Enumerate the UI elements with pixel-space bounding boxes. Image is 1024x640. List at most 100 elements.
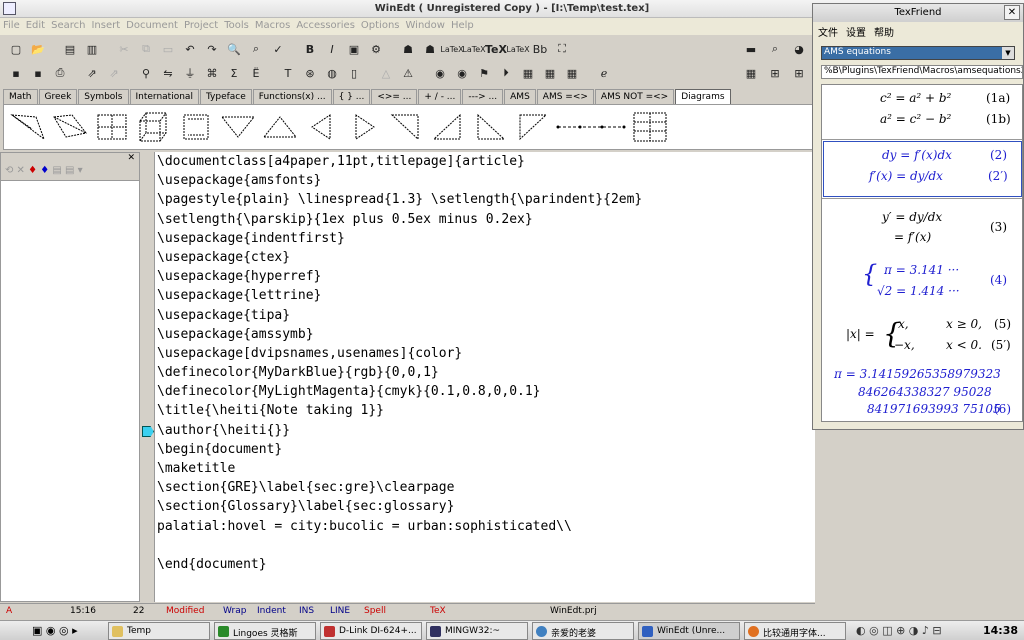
latex-pdf-icon[interactable]: LaTeX (506, 40, 529, 58)
tab-operators[interactable]: + / - ... (418, 89, 462, 104)
menu-options[interactable]: Options (358, 18, 403, 33)
paste-icon[interactable]: ▭ (158, 40, 178, 58)
print-icon[interactable]: ⎙ (50, 64, 70, 82)
tab-ams-relations[interactable]: AMS =<> (536, 89, 594, 104)
undo-icon[interactable]: ↶ (180, 40, 200, 58)
editor-area[interactable]: \documentclass[a4paper,11pt,titlepage]{a… (155, 152, 815, 602)
close-panel-icon[interactable]: ✕ (1, 153, 139, 165)
macro-category-select[interactable]: AMS equations ▼ (821, 46, 1015, 60)
italic-icon[interactable]: I (322, 40, 342, 58)
tex-icon[interactable]: TeX (485, 40, 507, 58)
taskbar-item-active[interactable]: WinEdt (Unre... (638, 622, 740, 640)
document-edit-icon[interactable]: ▥ (82, 40, 102, 58)
typeface-icon[interactable]: T (278, 64, 298, 82)
status-line[interactable]: LINE (330, 606, 350, 616)
ps-pdf-icon[interactable]: ▦ (562, 64, 582, 82)
find-icon[interactable]: 🔍 (224, 40, 244, 58)
diagram-left-triangle-icon[interactable] (304, 111, 340, 143)
tab-greek[interactable]: Greek (38, 89, 78, 104)
tab-braces[interactable]: { } ... (332, 89, 371, 104)
status-modified[interactable]: Modified (166, 606, 204, 616)
replace-icon[interactable]: ⇋ (158, 64, 178, 82)
diagram-square-icon[interactable] (94, 111, 130, 143)
close-icon[interactable]: ✕ (1004, 5, 1020, 20)
diagram-grid-icon[interactable] (632, 111, 668, 143)
status-project[interactable]: WinEdt.prj (550, 606, 597, 616)
pdf-icon[interactable]: ⏵ (496, 64, 516, 82)
menu-help[interactable]: Help (448, 18, 477, 33)
monitor-icon[interactable]: ▬ (741, 40, 761, 58)
quick-launch-icons[interactable]: ▣ ◉ ◎ ▸ (32, 624, 78, 637)
tools-icon[interactable]: ⚙ (366, 40, 386, 58)
tf-menu-file[interactable]: 文件 (818, 28, 838, 39)
latex-icon[interactable]: LaTeX (440, 40, 463, 58)
dvi-ps-icon[interactable]: ⚑ (474, 64, 494, 82)
dvi-pdf-icon[interactable]: ▦ (518, 64, 538, 82)
tab-relations[interactable]: <>= ... (371, 89, 418, 104)
taskbar-item[interactable]: Temp (108, 622, 210, 640)
menu-insert[interactable]: Insert (88, 18, 123, 33)
status-spell[interactable]: Spell (364, 606, 386, 616)
open-folder-icon[interactable]: 📂 (28, 40, 48, 58)
latex-dvi-icon[interactable]: LaTeX (462, 40, 485, 58)
tab-symbols[interactable]: Symbols (78, 89, 129, 104)
taskbar-item[interactable]: 亲爱的老婆 (532, 622, 634, 640)
latex-icon-2[interactable]: ☗ (420, 40, 440, 58)
macro-icon[interactable]: ⌘ (202, 64, 222, 82)
binoculars-icon[interactable]: ⚲ (136, 64, 156, 82)
warning-icon[interactable]: △ (376, 64, 396, 82)
dvi-ps-pdf-icon[interactable]: ▦ (540, 64, 560, 82)
plugin-icon[interactable]: ◕ (789, 40, 809, 58)
diagram-right-triangle-icon[interactable] (346, 111, 382, 143)
close-project-icon[interactable]: ⇗ (104, 64, 124, 82)
tab-math[interactable]: Math (3, 89, 38, 104)
tab-diagrams[interactable]: Diagrams (675, 89, 731, 104)
filter-icon[interactable]: ⏚ (180, 64, 200, 82)
preview-icon[interactable]: ◉ (430, 64, 450, 82)
diagram-chain-icon[interactable] (556, 111, 626, 143)
sum-icon[interactable]: Σ (224, 64, 244, 82)
diagram-up-triangle-icon[interactable] (262, 111, 298, 143)
menu-file[interactable]: File (0, 18, 23, 33)
compare-icon[interactable]: ⊞ (765, 64, 785, 82)
globe-icon[interactable]: ◍ (322, 64, 342, 82)
diagram-corner-bl-icon[interactable] (472, 111, 508, 143)
grid-icon[interactable]: ⊞ (789, 64, 809, 82)
document-icon[interactable]: ▤ (60, 40, 80, 58)
tf-menu-settings[interactable]: 设置 (846, 28, 866, 39)
status-mode[interactable]: TeX (430, 606, 446, 616)
open-project-icon[interactable]: ⇗ (82, 64, 102, 82)
log-icon[interactable]: ⚠ (398, 64, 418, 82)
taskbar-item[interactable]: MINGW32:~ (426, 622, 528, 640)
diagram-down-triangle-icon[interactable] (220, 111, 256, 143)
find-next-icon[interactable]: ⌕ (246, 40, 266, 58)
tab-functions[interactable]: Functions(x) ... (252, 89, 332, 104)
diagram-corner-br-icon[interactable] (430, 111, 466, 143)
browser-icon[interactable]: ℯ (594, 64, 614, 82)
menu-window[interactable]: Window (403, 18, 448, 33)
diagram-square-arrows-icon[interactable] (178, 111, 214, 143)
status-indent[interactable]: Indent (257, 606, 286, 616)
save-icon[interactable]: ▪ (6, 64, 26, 82)
menu-document[interactable]: Document (123, 18, 181, 33)
new-file-icon[interactable]: ▢ (6, 40, 26, 58)
menu-tools[interactable]: Tools (221, 18, 252, 33)
tab-ams[interactable]: AMS (504, 89, 536, 104)
taskbar-item[interactable]: D-Link DI-624+... (320, 622, 422, 640)
accent-icon[interactable]: Ë (246, 64, 266, 82)
bibtex-icon[interactable]: Bb (530, 40, 550, 58)
spell-check-icon[interactable]: ✓ (268, 40, 288, 58)
diagram-corner-tl-icon[interactable] (388, 111, 424, 143)
chevron-down-icon[interactable]: ▼ (1002, 47, 1014, 59)
tab-arrows[interactable]: ---> ... (462, 89, 504, 104)
image-search-icon[interactable]: ⌕ (765, 40, 785, 58)
copy-icon[interactable]: ⧉ (136, 40, 156, 58)
cut-icon[interactable]: ✂ (114, 40, 134, 58)
menu-edit[interactable]: Edit (23, 18, 48, 33)
latex-icon-1[interactable]: ☗ (398, 40, 418, 58)
menu-project[interactable]: Project (181, 18, 221, 33)
diagram-triangle-icon[interactable] (10, 111, 46, 143)
menu-macros[interactable]: Macros (252, 18, 293, 33)
save-all-icon[interactable]: ▪ (28, 64, 48, 82)
view-icon[interactable]: ⛶ (552, 40, 572, 58)
